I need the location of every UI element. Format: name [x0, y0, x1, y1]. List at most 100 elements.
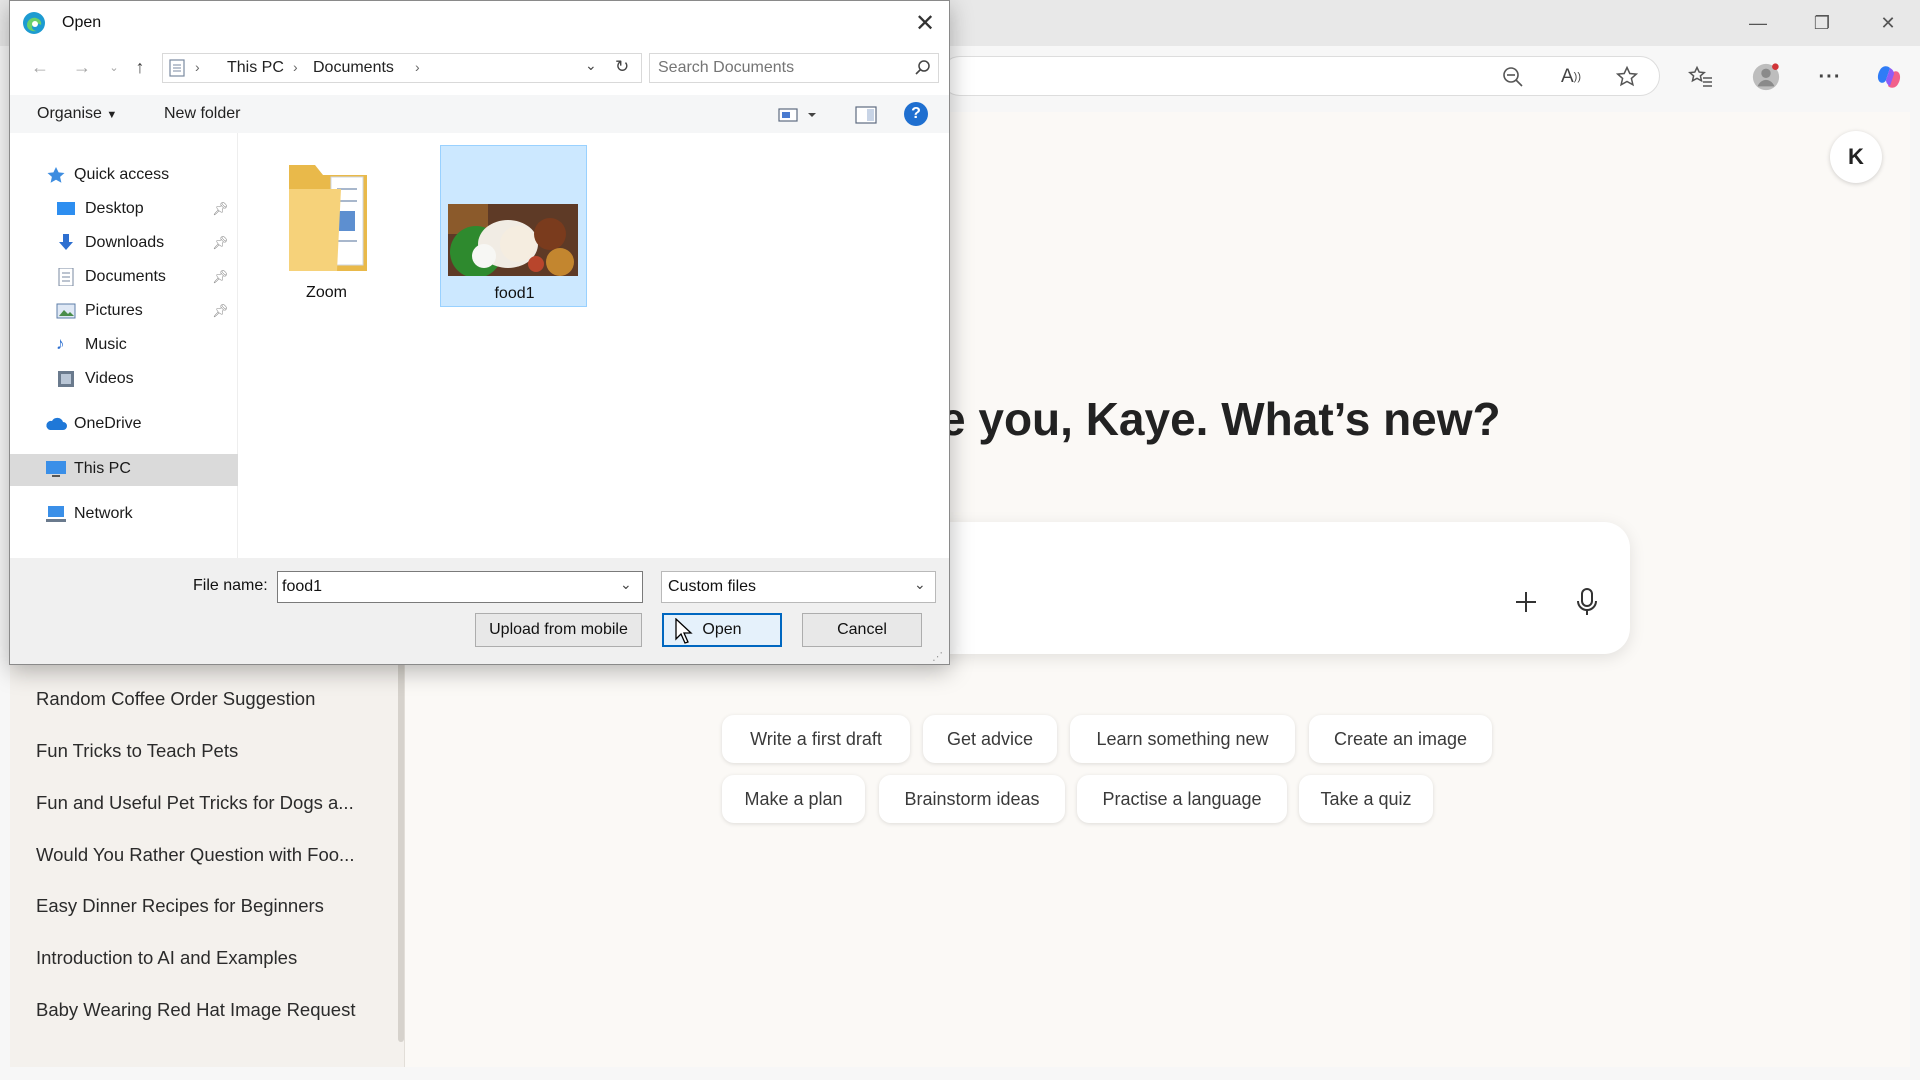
conversation-item[interactable]: Easy Dinner Recipes for Beginners — [36, 895, 324, 917]
new-folder-button[interactable]: New folder — [164, 105, 240, 123]
suggestion-chip[interactable]: Practise a language — [1077, 775, 1287, 823]
conversation-item[interactable]: Fun Tricks to Teach Pets — [36, 740, 238, 762]
sidebar-item-quick-access[interactable]: Quick access — [10, 160, 238, 192]
sidebar-item-pictures[interactable]: Pictures 📌︎ — [10, 296, 238, 328]
desktop-icon — [56, 200, 76, 218]
chevron-down-icon[interactable]: ⌄ — [585, 57, 597, 74]
suggestion-chip[interactable]: Write a first draft — [722, 715, 910, 763]
nav-label: Music — [85, 336, 127, 353]
file-name-label: File name: — [193, 577, 268, 594]
chevron-down-icon[interactable]: ⌄ — [102, 55, 126, 79]
breadcrumb-separator: › — [415, 59, 420, 75]
suggestion-chip[interactable]: Take a quiz — [1299, 775, 1433, 823]
file-item-image-selected[interactable]: food1 — [440, 145, 587, 307]
read-aloud-icon[interactable]: A)) — [1556, 62, 1586, 92]
sidebar-item-this-pc[interactable]: This PC — [10, 454, 238, 486]
pin-icon[interactable]: 📌︎ — [212, 235, 229, 251]
zoom-out-icon[interactable] — [1498, 62, 1528, 92]
greeting-heading: e you, Kaye. What’s new? — [940, 393, 1501, 445]
user-avatar[interactable]: K — [1830, 131, 1882, 183]
conversation-item[interactable]: Would You Rather Question with Foo... — [36, 844, 354, 866]
suggestion-chip[interactable]: Create an image — [1309, 715, 1492, 763]
microphone-icon[interactable] — [1573, 586, 1601, 618]
sidebar-scrollbar[interactable] — [398, 652, 404, 1042]
sidebar-item-network[interactable]: Network — [10, 499, 238, 531]
file-type-value: Custom files — [668, 578, 757, 595]
conversation-item[interactable]: Random Coffee Order Suggestion — [36, 688, 315, 710]
file-type-select[interactable]: Custom files ⌄ — [661, 571, 936, 603]
file-name-label: food1 — [494, 285, 535, 302]
preview-pane-icon[interactable] — [855, 106, 877, 124]
message-composer[interactable] — [900, 522, 1630, 654]
folder-icon — [283, 159, 373, 277]
breadcrumb[interactable]: › This PC › Documents › ⌄ ↻ — [162, 53, 642, 83]
pin-icon[interactable]: 📌︎ — [212, 201, 229, 217]
file-name-label: Zoom — [306, 284, 347, 301]
search-box[interactable] — [649, 53, 939, 83]
nav-label: This PC — [74, 460, 131, 477]
nav-label: Downloads — [85, 234, 165, 251]
search-icon[interactable] — [914, 59, 932, 77]
nav-label: Pictures — [85, 302, 143, 319]
open-file-dialog: Open ✕ ← → ⌄ ↑ › This PC › Documents › ⌄… — [9, 0, 950, 665]
nav-label: Quick access — [74, 166, 170, 183]
breadcrumb-this-pc[interactable]: This PC — [227, 59, 284, 77]
network-icon — [44, 505, 66, 523]
sidebar-item-desktop[interactable]: Desktop 📌︎ — [10, 194, 238, 226]
view-options-icon[interactable] — [778, 107, 818, 123]
mouse-cursor-icon — [675, 617, 693, 644]
organise-button[interactable]: Organise ▼ — [37, 105, 117, 123]
dialog-title: Open — [62, 14, 102, 31]
favorites-list-icon[interactable] — [1686, 62, 1716, 92]
command-bar: Organise ▼ New folder ? — [10, 95, 949, 133]
sidebar-item-music[interactable]: ♪ Music — [10, 330, 238, 362]
breadcrumb-separator: › — [195, 59, 200, 75]
music-icon: ♪ — [56, 334, 65, 353]
suggestion-chip[interactable]: Make a plan — [722, 775, 865, 823]
conversation-item[interactable]: Introduction to AI and Examples — [36, 947, 297, 969]
cancel-button[interactable]: Cancel — [802, 613, 922, 647]
arrow-right-icon[interactable]: → — [70, 55, 94, 79]
suggestion-chip[interactable]: Get advice — [923, 715, 1057, 763]
file-name-input[interactable] — [282, 576, 602, 598]
file-name-combobox[interactable]: ⌄ — [277, 571, 643, 603]
close-icon[interactable]: ✕ — [910, 9, 940, 37]
file-item-folder[interactable]: Zoom — [253, 145, 400, 307]
refresh-icon[interactable]: ↻ — [615, 57, 629, 77]
nav-label: Documents — [85, 268, 166, 285]
resize-grip-icon[interactable]: ⋰ — [932, 650, 943, 663]
sidebar-item-videos[interactable]: Videos — [10, 364, 238, 396]
nav-label: Desktop — [85, 200, 144, 217]
chevron-down-icon[interactable]: ⌄ — [914, 576, 926, 593]
help-icon[interactable]: ? — [904, 102, 928, 126]
file-list: Zoom food1 — [239, 133, 949, 558]
arrow-left-icon[interactable]: ← — [28, 55, 52, 79]
pc-location-icon — [169, 59, 185, 77]
sidebar-item-onedrive[interactable]: OneDrive — [10, 409, 238, 441]
copilot-icon[interactable] — [1874, 62, 1904, 92]
conversation-item[interactable]: Fun and Useful Pet Tricks for Dogs a... — [36, 792, 354, 814]
pin-icon[interactable]: 📌︎ — [212, 303, 229, 319]
suggestion-chip[interactable]: Brainstorm ideas — [879, 775, 1065, 823]
search-input[interactable] — [658, 57, 898, 79]
address-bar[interactable] — [940, 56, 1660, 96]
pictures-icon — [56, 302, 76, 320]
breadcrumb-documents[interactable]: Documents — [313, 59, 394, 77]
sidebar-item-documents[interactable]: Documents 📌︎ — [10, 262, 238, 294]
profile-avatar-icon[interactable] — [1751, 62, 1781, 92]
more-icon[interactable]: ··· — [1815, 62, 1845, 92]
conversation-item[interactable]: Baby Wearing Red Hat Image Request — [36, 999, 355, 1021]
upload-from-mobile-button[interactable]: Upload from mobile — [475, 613, 642, 647]
suggestion-chip[interactable]: Learn something new — [1070, 715, 1295, 763]
navigation-pane: Quick access Desktop 📌︎ Downloads 📌︎ Doc… — [10, 133, 238, 558]
arrow-up-icon[interactable]: ↑ — [128, 55, 152, 79]
minimize-button[interactable]: — — [1738, 10, 1778, 36]
pin-icon[interactable]: 📌︎ — [212, 269, 229, 285]
window-close-button[interactable]: ✕ — [1868, 10, 1908, 36]
sidebar-item-downloads[interactable]: Downloads 📌︎ — [10, 228, 238, 260]
favorite-star-icon[interactable] — [1612, 62, 1642, 92]
plus-icon[interactable] — [1512, 588, 1540, 616]
restore-button[interactable]: ❐ — [1802, 10, 1842, 36]
nav-label: Network — [74, 505, 133, 522]
chevron-down-icon[interactable]: ⌄ — [620, 576, 632, 593]
